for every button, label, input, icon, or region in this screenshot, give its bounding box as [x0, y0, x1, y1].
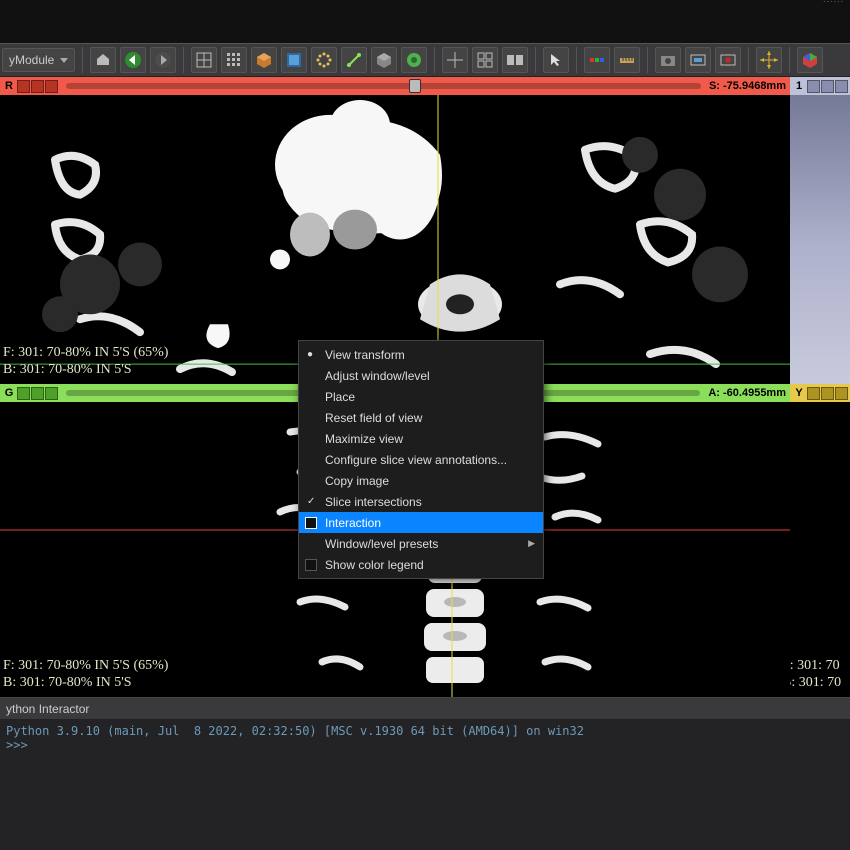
- main-toolbar: yModule: [0, 43, 850, 77]
- toolbar-separator: [183, 47, 184, 73]
- compare-button[interactable]: [502, 47, 528, 73]
- menu-item-place[interactable]: Place: [299, 386, 543, 407]
- console-body[interactable]: Python 3.9.10 (main, Jul 8 2022, 02:32:5…: [0, 720, 850, 850]
- console-title: ython Interactor: [0, 698, 850, 720]
- toolbar-separator: [789, 47, 790, 73]
- green-slice-label: G: [2, 387, 16, 399]
- red-slice-slider[interactable]: [66, 83, 701, 89]
- menu-item-interaction[interactable]: Interaction: [299, 512, 543, 533]
- red-slice-value: S: -75.9468mm: [709, 80, 786, 92]
- red-slice-header: R S: -75.9468mm: [0, 77, 790, 95]
- menu-item-show-color-legend[interactable]: Show color legend: [299, 554, 543, 575]
- toolbar-separator: [82, 47, 83, 73]
- record-button[interactable]: [715, 47, 741, 73]
- red-slice-label: R: [2, 80, 16, 92]
- forward-button[interactable]: [150, 47, 176, 73]
- toolbar-separator: [576, 47, 577, 73]
- green-slice-value: A: -60.4955mm: [708, 387, 786, 399]
- context-menu: ●View transformAdjust window/levelPlaceR…: [298, 340, 544, 579]
- menu-item-configure-slice-view-annotations[interactable]: Configure slice view annotations...: [299, 449, 543, 470]
- console-banner: Python 3.9.10 (main, Jul 8 2022, 02:32:5…: [6, 724, 584, 738]
- view-grid: R S: -75.9468mm: [0, 77, 850, 697]
- three-d-label: 1: [792, 80, 806, 92]
- three-d-view[interactable]: 1: [790, 77, 850, 384]
- three-d-controls[interactable]: [807, 80, 848, 93]
- toolbar-separator: [535, 47, 536, 73]
- resize-grip[interactable]: ::::::: [823, 0, 844, 4]
- yellow-slice-header: Y: [790, 384, 850, 402]
- segment-button[interactable]: [401, 47, 427, 73]
- red-slice-view[interactable]: R S: -75.9468mm: [0, 77, 790, 384]
- ruler-button[interactable]: [614, 47, 640, 73]
- link-views-button[interactable]: [472, 47, 498, 73]
- red-overlay-text: F: 301: 70-80% IN 5'S (65%) B: 301: 70-8…: [3, 344, 168, 378]
- crosshairs-tool[interactable]: [756, 47, 782, 73]
- lut-button[interactable]: [584, 47, 610, 73]
- three-d-header: 1: [790, 77, 850, 95]
- back-button[interactable]: [120, 47, 146, 73]
- green-header-controls[interactable]: [17, 387, 58, 400]
- yellow-header-controls[interactable]: [807, 387, 848, 400]
- home-button[interactable]: [90, 47, 116, 73]
- overlay-foreground: F: 301: 70-80% IN 5'S (65%): [3, 657, 168, 674]
- module-selector-label: yModule: [9, 53, 54, 67]
- menu-item-reset-field-of-view[interactable]: Reset field of view: [299, 407, 543, 428]
- toolbar-separator: [434, 47, 435, 73]
- extension-button[interactable]: [797, 47, 823, 73]
- toolbar-separator: [748, 47, 749, 73]
- cursor-button[interactable]: [543, 47, 569, 73]
- menu-item-slice-intersections[interactable]: ✓Slice intersections: [299, 491, 543, 512]
- capture-button[interactable]: [685, 47, 711, 73]
- menu-item-window-level-presets[interactable]: Window/level presets▶: [299, 533, 543, 554]
- overlay-foreground: F: 301: 70: [790, 657, 850, 674]
- overlay-background: B: 301: 70-80% IN 5'S: [3, 674, 168, 691]
- console-title-label: ython Interactor: [6, 702, 89, 716]
- volume-render-button[interactable]: [251, 47, 277, 73]
- scene-button[interactable]: [371, 47, 397, 73]
- toolbar-separator: [647, 47, 648, 73]
- overlay-background: B: 301: 70-80% IN 5'S: [3, 361, 168, 378]
- python-console: :::::: ython Interactor Python 3.9.10 (m…: [0, 697, 850, 850]
- markups-button[interactable]: [311, 47, 337, 73]
- green-overlay-text: F: 301: 70-80% IN 5'S (65%) B: 301: 70-8…: [3, 657, 168, 691]
- yellow-overlay-text: F: 301: 70 B: 301: 70: [790, 657, 850, 691]
- overlay-background: B: 301: 70: [790, 674, 850, 691]
- screenshot-button[interactable]: [655, 47, 681, 73]
- console-prompt: >>>: [6, 738, 28, 752]
- yellow-slice-view[interactable]: Y F: 301: 70 B: 301: 70: [790, 384, 850, 697]
- menu-item-view-transform[interactable]: ●View transform: [299, 344, 543, 365]
- module-selector[interactable]: yModule: [2, 48, 75, 72]
- red-header-controls[interactable]: [17, 80, 58, 93]
- transforms-button[interactable]: [341, 47, 367, 73]
- models-button[interactable]: [281, 47, 307, 73]
- menu-item-maximize-view[interactable]: Maximize view: [299, 428, 543, 449]
- overlay-foreground: F: 301: 70-80% IN 5'S (65%): [3, 344, 168, 361]
- chevron-down-icon: [60, 58, 68, 63]
- menu-item-adjust-window-level[interactable]: Adjust window/level: [299, 365, 543, 386]
- menu-item-copy-image[interactable]: Copy image: [299, 470, 543, 491]
- window-titlebar: [0, 0, 850, 43]
- layout-button[interactable]: [191, 47, 217, 73]
- crosshair-button[interactable]: [442, 47, 468, 73]
- yellow-slice-label: Y: [792, 387, 806, 399]
- grid-button[interactable]: [221, 47, 247, 73]
